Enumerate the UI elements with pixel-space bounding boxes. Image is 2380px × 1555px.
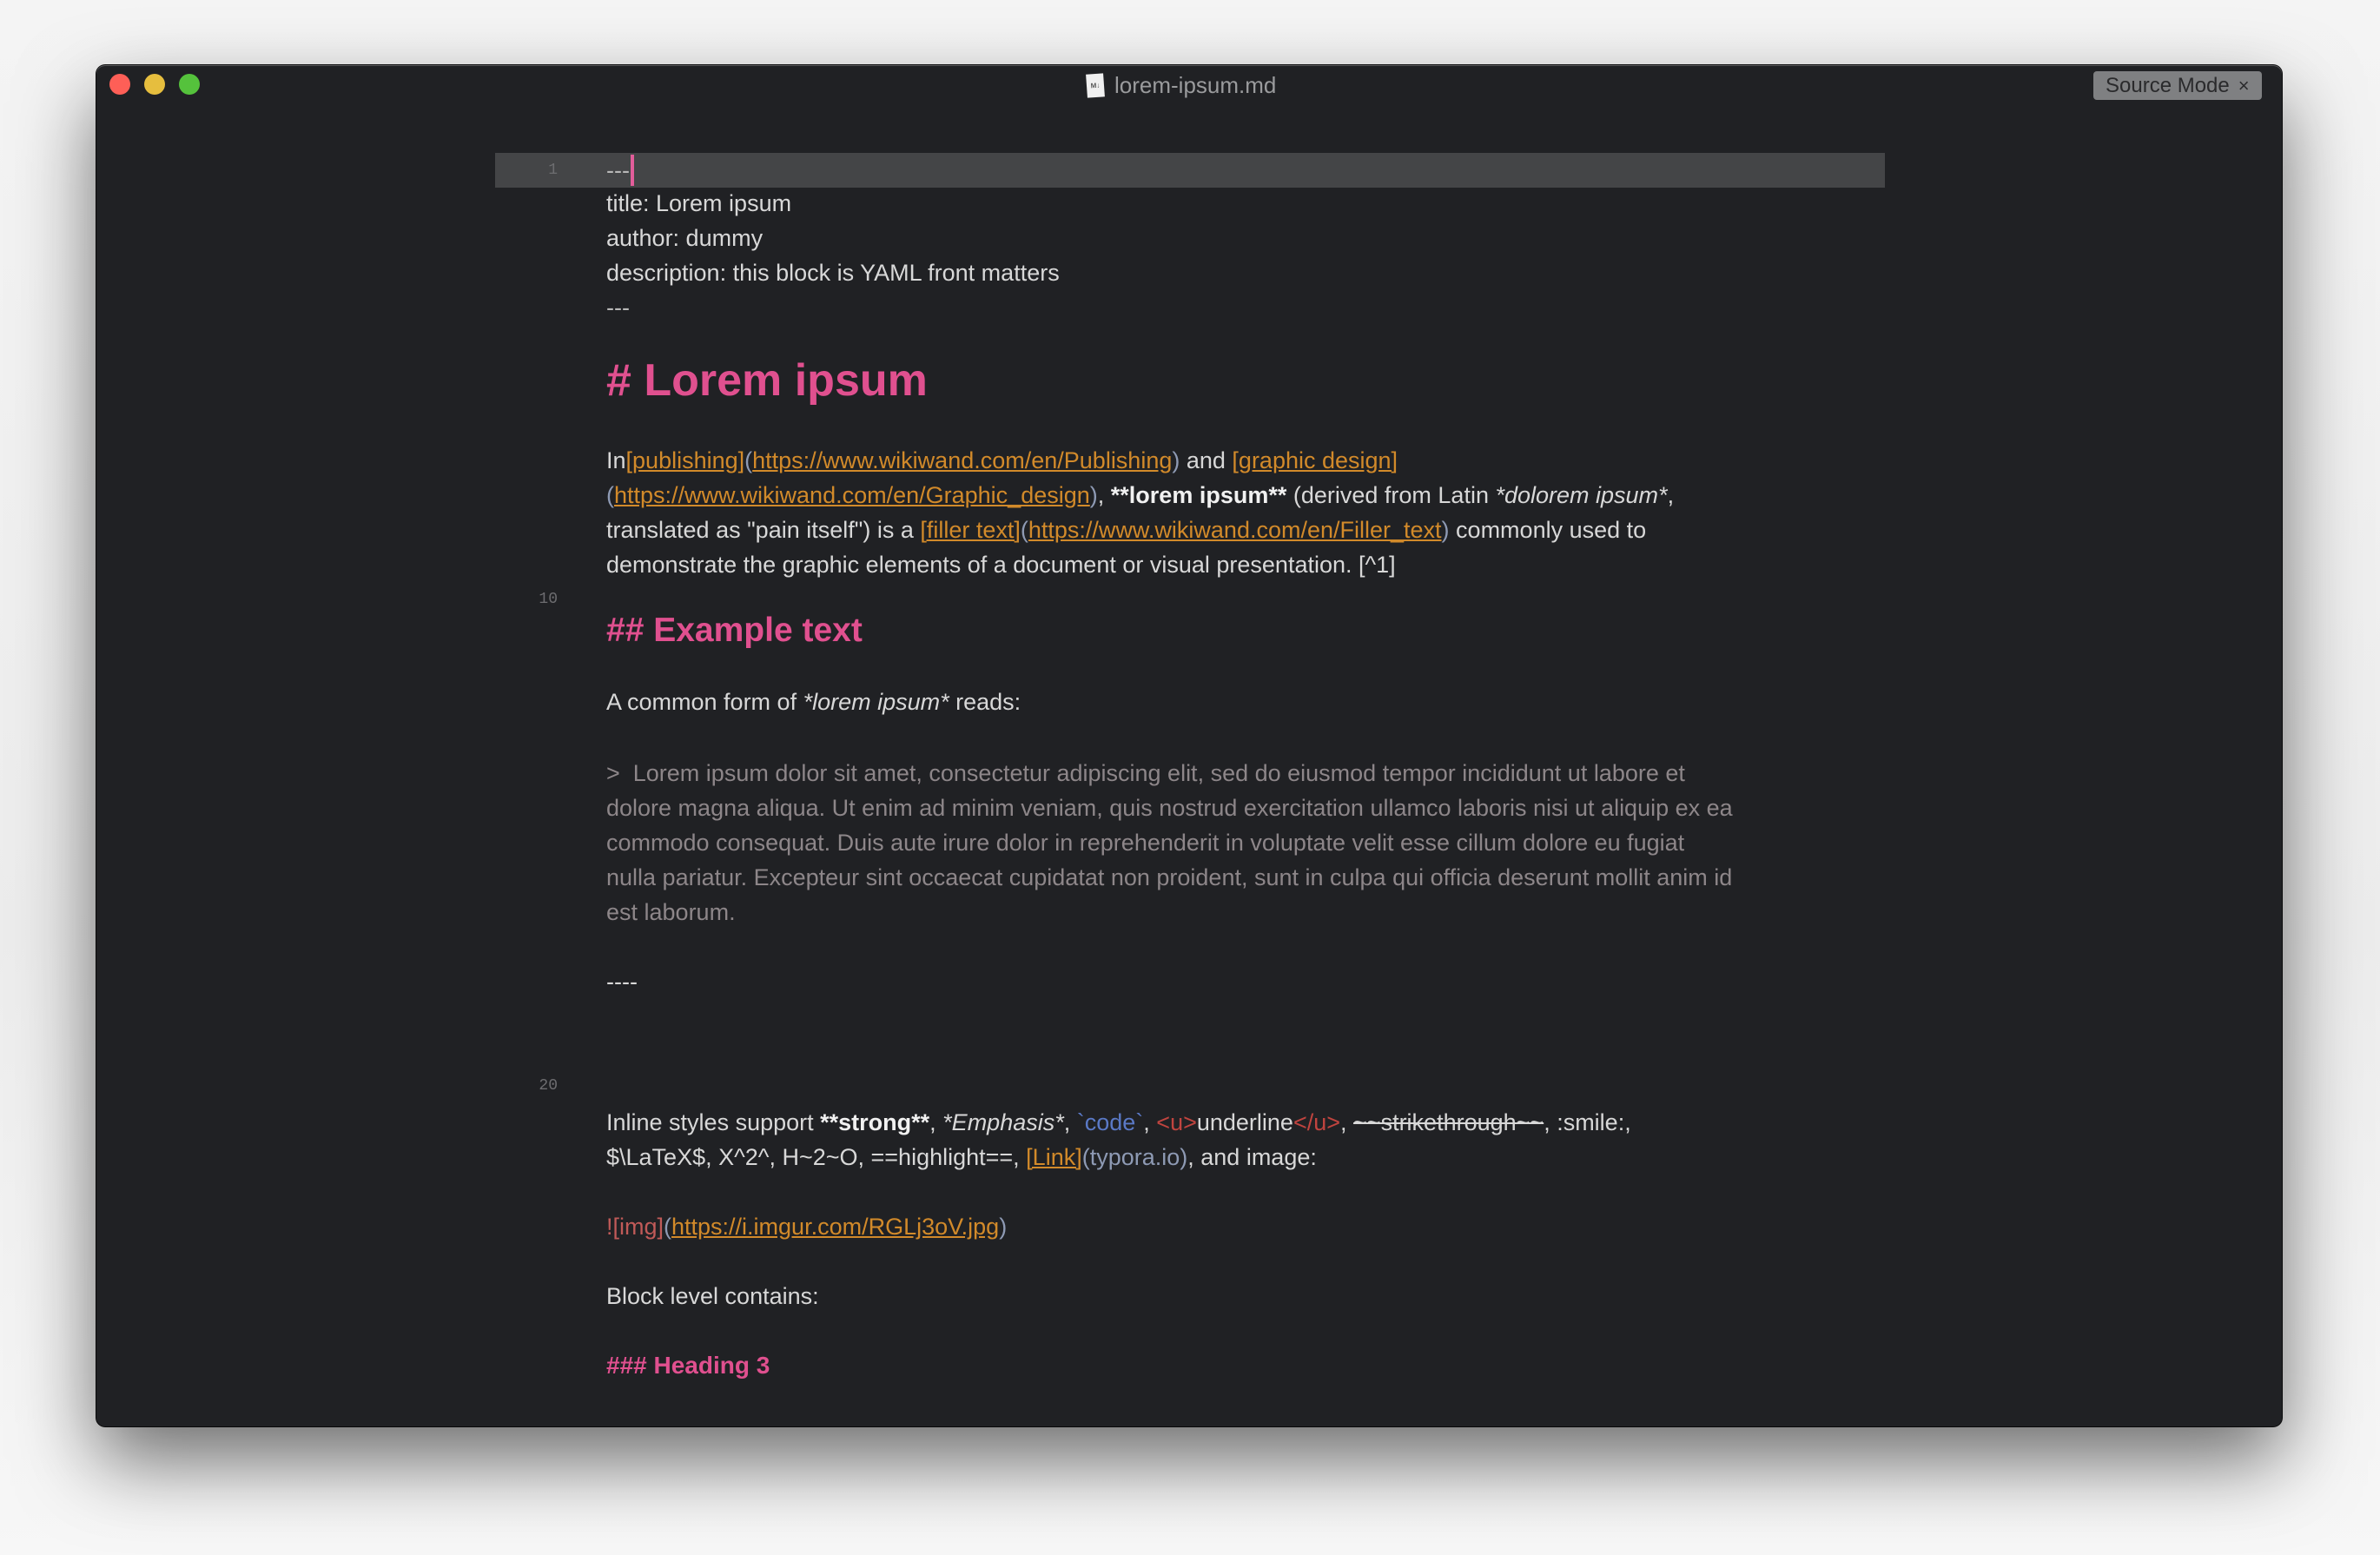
paragraph-line: translated as "pain itself") is a [fille… (606, 513, 1646, 547)
html-tag: <u> (1156, 1108, 1197, 1135)
image-url-link[interactable]: https://i.imgur.com/RGLj3oV.jpg (671, 1214, 999, 1241)
blockquote-line: commodo consequat. Duis aute irure dolor… (606, 829, 1685, 856)
link-url-filler-text[interactable]: https://www.wikiwand.com/en/Filler_text (1028, 517, 1442, 544)
front-matter-delimiter: --- (606, 156, 630, 183)
image-alt-text: ![img] (606, 1213, 664, 1240)
text: , and image: (1187, 1143, 1317, 1170)
editor-window: M↓ lorem-ipsum.md Source Mode × 1 10 20 … (96, 65, 2282, 1426)
emphasis-text: *Emphasis* (942, 1108, 1064, 1135)
paragraph-line: $\LaTeX$, X^2^, H~2~O, ==highlight==, [L… (606, 1140, 1317, 1175)
paragraph-line: A common form of *lorem ipsum* reads: (606, 685, 1021, 719)
front-matter-description: description: this block is YAML front ma… (606, 259, 1060, 286)
line-number: 1 (548, 162, 558, 179)
emphasis-text: *lorem ipsum* (803, 688, 949, 715)
text: (derived from Latin (1286, 481, 1496, 508)
text: A common form of (606, 688, 803, 715)
paragraph-line: Inline styles support **strong**, *Empha… (606, 1105, 1631, 1140)
paren: ) (1441, 516, 1450, 543)
paragraph-line: (https://www.wikiwand.com/en/Graphic_des… (606, 478, 1674, 513)
text: , (1097, 481, 1111, 508)
paragraph-line: demonstrate the graphic elements of a do… (606, 551, 1396, 578)
heading-3: ### Heading 3 (606, 1352, 770, 1379)
text: commonly used to (1449, 516, 1647, 543)
text: , (929, 1108, 943, 1135)
text: , (1143, 1108, 1157, 1135)
text: , (1063, 1108, 1077, 1135)
text: translated as "pain itself") is a (606, 516, 921, 543)
heading-2: ## Example text (606, 612, 863, 649)
blockquote-line: nulla pariatur. Excepteur sint occaecat … (606, 864, 1733, 890)
text-cursor (630, 155, 634, 186)
text: reads: (949, 688, 1021, 715)
paragraph-line: In [publishing](https://www.wikiwand.com… (606, 443, 1398, 478)
link-text-publishing[interactable]: [publishing] (626, 447, 745, 474)
paren: ( (1020, 516, 1028, 543)
paren: ( (744, 447, 753, 473)
strong-text: **strong** (820, 1108, 930, 1135)
paragraph-line: Block level contains: (606, 1282, 819, 1309)
emphasis-text: *dolorem ipsum* (1495, 481, 1668, 508)
strikethrough-text: ~~strikethrough~~ (1353, 1108, 1544, 1135)
front-matter-author: author: dummy (606, 224, 764, 251)
text: , :smile:, (1544, 1108, 1631, 1135)
heading-1: # Lorem ipsum (606, 355, 928, 406)
active-line-highlight (495, 153, 1885, 188)
front-matter-title: title: Lorem ipsum (606, 189, 792, 216)
front-matter-open: --- (606, 153, 634, 188)
paren: ( (664, 1213, 672, 1240)
link-text-typora[interactable]: [Link] (1026, 1144, 1082, 1171)
paren: ) (1172, 447, 1180, 473)
blockquote-line: dolore magna aliqua. Ut enim ad minim ve… (606, 794, 1733, 821)
line-number: 20 (539, 1077, 558, 1095)
text: , (1340, 1108, 1354, 1135)
link-url-publishing[interactable]: https://www.wikiwand.com/en/Publishing (752, 447, 1172, 474)
front-matter-close: --- (606, 294, 630, 321)
blockquote-line: > Lorem ipsum dolor sit amet, consectetu… (606, 759, 1685, 786)
text: In (606, 447, 626, 473)
paren: ) (999, 1213, 1008, 1240)
text: $\LaTeX$, X^2^, H~2~O, ==highlight==, (606, 1143, 1027, 1170)
image-markdown-line: ![img](https://i.imgur.com/RGLj3oV.jpg) (606, 1209, 1007, 1244)
paren: ( (606, 481, 614, 508)
strong-text: **lorem ipsum** (1110, 481, 1287, 508)
text: and (1180, 447, 1233, 473)
source-editor[interactable]: 1 10 20 --- title: Lorem ipsum author: d… (96, 65, 2282, 1426)
line-number: 10 (539, 591, 558, 608)
inline-code: `code` (1076, 1108, 1144, 1135)
html-tag: </u> (1292, 1108, 1341, 1135)
underline-text: underline (1196, 1108, 1293, 1135)
horizontal-rule: ---- (606, 968, 638, 995)
blockquote-line: est laborum. (606, 898, 736, 925)
text: , (1667, 481, 1675, 508)
link-text-graphic-design[interactable]: [graphic design] (1232, 447, 1398, 474)
link-url-typora[interactable]: (typora.io) (1082, 1144, 1188, 1171)
paren: ) (1089, 481, 1098, 508)
link-url-graphic-design[interactable]: https://www.wikiwand.com/en/Graphic_desi… (614, 482, 1090, 509)
link-text-filler-text[interactable]: [filler text] (920, 517, 1021, 544)
text: Inline styles support (606, 1108, 821, 1135)
